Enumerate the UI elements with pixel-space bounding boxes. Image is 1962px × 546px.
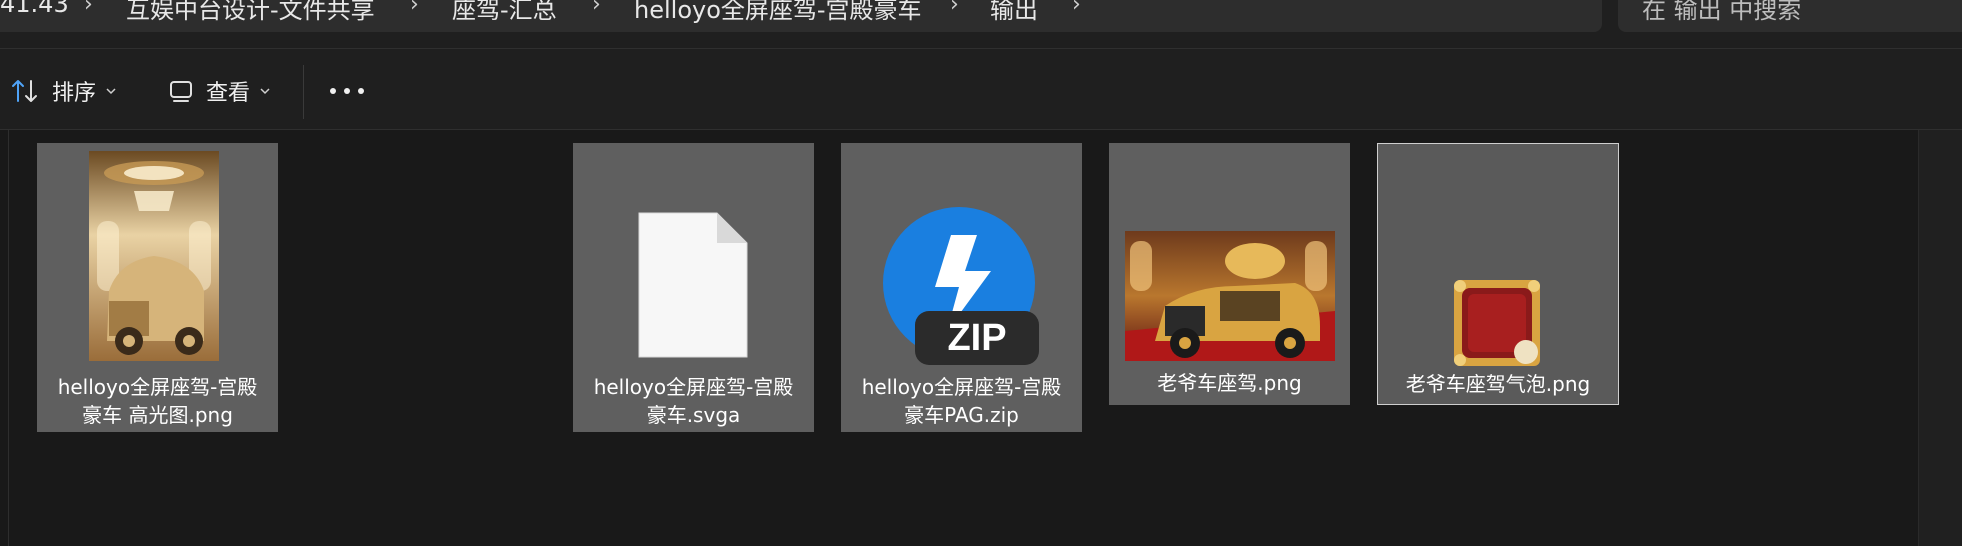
more-dot-icon [358, 88, 364, 94]
image-thumbnail [1125, 231, 1335, 361]
file-name: helloyo全屏座驾-宫殿 [57, 375, 258, 399]
breadcrumb-item[interactable]: 座驾-汇总 [452, 0, 557, 25]
file-name: 豪车 高光图.png [82, 403, 233, 427]
breadcrumb-item[interactable]: 41.43 [0, 0, 69, 18]
chevron-down-icon [106, 88, 116, 95]
view-button[interactable]: 查看 [168, 71, 272, 111]
vertical-scrollbar[interactable] [1918, 130, 1962, 546]
sort-label: 排序 [52, 81, 97, 106]
search-input[interactable]: 在 输出 中搜索 [1618, 0, 1962, 32]
address-bar[interactable]: 41.43 › 互娱中台设计-文件共享 › 座驾-汇总 › helloyo全屏座… [0, 0, 1602, 32]
document-icon [638, 212, 748, 358]
chevron-right-icon[interactable]: › [592, 0, 601, 17]
search-placeholder: 在 输出 中搜索 [1642, 0, 1802, 24]
chevron-right-icon[interactable]: › [84, 0, 93, 17]
file-item[interactable]: helloyo全屏座驾-宫殿 豪车 高光图.png [37, 143, 278, 432]
more-dot-icon [344, 88, 350, 94]
image-thumbnail [89, 151, 219, 361]
more-options-button[interactable] [330, 77, 364, 105]
chevron-right-icon[interactable]: › [410, 0, 419, 17]
file-item[interactable]: helloyo全屏座驾-宫殿 豪车.svga [573, 143, 814, 432]
file-name: 老爷车座驾.png [1157, 371, 1302, 395]
nav-pane-border [8, 130, 9, 546]
file-item[interactable]: 老爷车座驾.png [1109, 143, 1350, 405]
breadcrumb-item[interactable]: helloyo全屏座驾-宫殿豪车 [634, 0, 922, 25]
chevron-down-icon [260, 88, 270, 95]
zip-icon: ZIP [883, 207, 1039, 365]
file-item-selected[interactable]: 老爷车座驾气泡.png [1377, 143, 1619, 405]
breadcrumb-item[interactable]: 输出 [990, 0, 1038, 25]
file-name: 豪车.svga [646, 403, 741, 427]
view-icon [170, 81, 192, 102]
more-dot-icon [330, 88, 336, 94]
sort-button[interactable]: 排序 [10, 71, 118, 111]
toolbar-separator [303, 65, 304, 119]
file-name: 老爷车座驾气泡.png [1405, 372, 1591, 396]
image-thumbnail [1454, 280, 1540, 366]
file-name: helloyo全屏座驾-宫殿 [861, 375, 1062, 399]
file-name: 豪车PAG.zip [904, 403, 1019, 427]
chevron-right-icon[interactable]: › [950, 0, 959, 17]
breadcrumb-item[interactable]: 互娱中台设计-文件共享 [126, 0, 375, 25]
command-bar: 排序 查看 [0, 49, 1962, 129]
zip-badge: ZIP [947, 317, 1006, 359]
top-bar: 41.43 › 互娱中台设计-文件共享 › 座驾-汇总 › helloyo全屏座… [0, 0, 1962, 48]
file-view: helloyo全屏座驾-宫殿 豪车 高光图.png helloyo全屏座驾-宫殿… [0, 130, 1962, 546]
sort-icon [12, 80, 37, 102]
view-label: 查看 [206, 81, 251, 106]
file-name: helloyo全屏座驾-宫殿 [593, 375, 794, 399]
file-item[interactable]: ZIP helloyo全屏座驾-宫殿 豪车PAG.zip [841, 143, 1082, 432]
chevron-right-icon[interactable]: › [1072, 0, 1081, 17]
